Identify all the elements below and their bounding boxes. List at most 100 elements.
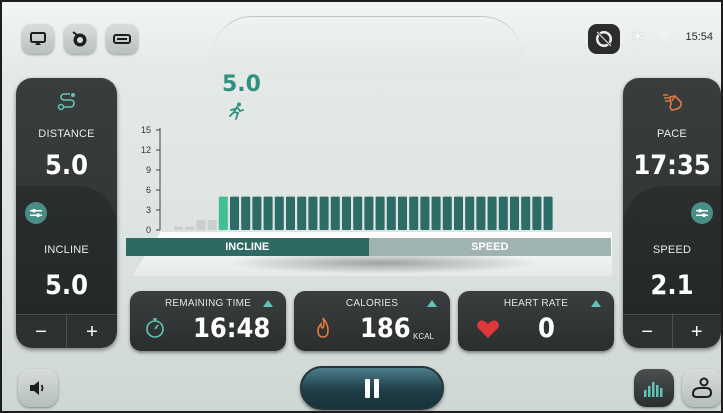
speed-value: 2.1 [650,270,694,301]
expand-arrow-icon[interactable] [591,300,601,307]
y-tick-label: 6 [146,185,151,195]
right-panel: PACE 17:35 SPEED 2.1 − + [623,78,721,348]
coach-button[interactable] [64,24,96,54]
heart-rate-disconnected-badge[interactable] [588,24,620,54]
chart-bar [286,196,295,230]
calories-unit: KCAL [413,332,434,341]
pace-value: 17:35 [633,150,711,181]
y-tick-label: 9 [146,165,151,175]
speed-adjust-button[interactable] [691,202,713,224]
screen-cast-button[interactable] [22,24,54,54]
incline-stepper: − + [16,314,117,348]
chart-bar [174,226,183,230]
chart-bar [409,196,419,230]
y-tick-label: 12 [141,145,151,155]
distance-icon [57,93,75,111]
chart-bar [364,196,374,230]
chart-bar [521,196,531,230]
chart-bar [252,196,262,230]
calories-card: CALORIES 186 KCAL [294,291,450,351]
y-tick-label: 3 [146,205,151,215]
pace-icon [663,94,682,111]
heart-icon [477,320,499,338]
wifi-icon [657,31,671,42]
chart-bar [465,196,475,230]
flame-icon [317,317,329,338]
display-button[interactable] [106,24,138,54]
chart-bar [230,196,239,230]
y-tick-label: 15 [141,125,151,135]
distance-label: DISTANCE [38,128,95,140]
speed-label: SPEED [652,244,692,256]
chart-bar [196,220,206,230]
status-area: ✱ 15:54 [632,28,713,45]
distance-value: 5.0 [44,150,89,181]
chart-bar [510,196,519,230]
chart-bar [487,196,497,230]
incline-value: 5.0 [44,270,89,301]
chart-bar [308,196,318,230]
chart-bar [274,196,284,230]
bluetooth-icon: ✱ [631,28,644,44]
pause-icon [365,378,370,398]
remaining-time-card: REMAINING TIME 16:48 [130,291,286,351]
chart-bar [241,196,251,230]
runner-icon [229,102,244,120]
calories-value: 186 [360,313,411,344]
left-panel: DISTANCE 5.0 INCLINE 5.0 − + [16,78,117,348]
chart-bar [353,196,363,230]
chart-bar [218,196,228,230]
treadmill-icon [691,377,713,398]
remaining-time-value: 16:48 [193,313,271,344]
expand-arrow-icon[interactable] [263,300,273,307]
y-tick-label: 0 [146,225,151,235]
current-segment-value: 5.0 [222,72,261,97]
speed-increase-button[interactable]: + [673,315,722,348]
incline-increase-button[interactable]: + [67,315,117,348]
speed-stepper: − + [623,314,721,348]
chart-bar [476,196,486,230]
treadmill-console-screen: ✱ 15:54 DISTANCE 5.0 INCLINE 5.0 − + PAC… [0,0,723,413]
screen-cast-icon [30,32,46,45]
chart-bar [398,196,407,230]
no-heart-rate-icon [596,31,612,47]
display-icon [113,34,131,44]
mode-button[interactable] [682,369,721,407]
stopwatch-icon [146,318,164,338]
chart-bar [454,196,463,230]
clock: 15:54 [685,30,713,43]
chart-bar [386,196,396,230]
chart-bar [532,196,542,230]
heart-rate-card: HEART RATE 0 [458,291,614,351]
chart-bar [297,196,307,230]
coach-icon [72,31,87,47]
chart-bar [420,196,430,230]
chart-bar [185,226,195,230]
chart-bar [375,196,385,230]
sliders-icon [696,208,708,217]
tab-incline[interactable]: INCLINE [126,238,369,256]
heart-rate-value: 0 [538,313,555,344]
pause-button[interactable] [300,366,444,410]
top-bar: ✱ 15:54 [2,2,721,76]
speaker-icon [30,381,44,395]
incline-adjust-button[interactable] [25,202,47,224]
chart-bar [543,196,553,230]
workout-profile-chart: 0 3 6 9 12 15 [141,125,553,235]
chart-bar [342,196,351,230]
incline-label: INCLINE [44,244,89,256]
chart-bar [319,196,329,230]
incline-decrease-button[interactable]: − [16,315,67,348]
volume-button[interactable] [18,369,58,407]
top-bar-notch [212,16,522,76]
chart-bar [207,220,217,230]
statistics-button[interactable] [634,369,674,407]
chart-bar [498,196,508,230]
chart-bar [263,196,273,230]
tab-speed[interactable]: SPEED [368,238,611,256]
expand-arrow-icon[interactable] [427,300,437,307]
speed-decrease-button[interactable]: − [623,315,673,348]
bar-chart-icon [644,382,663,397]
chart-bar [442,196,452,230]
chart-tab-bar: INCLINE SPEED [126,238,611,256]
